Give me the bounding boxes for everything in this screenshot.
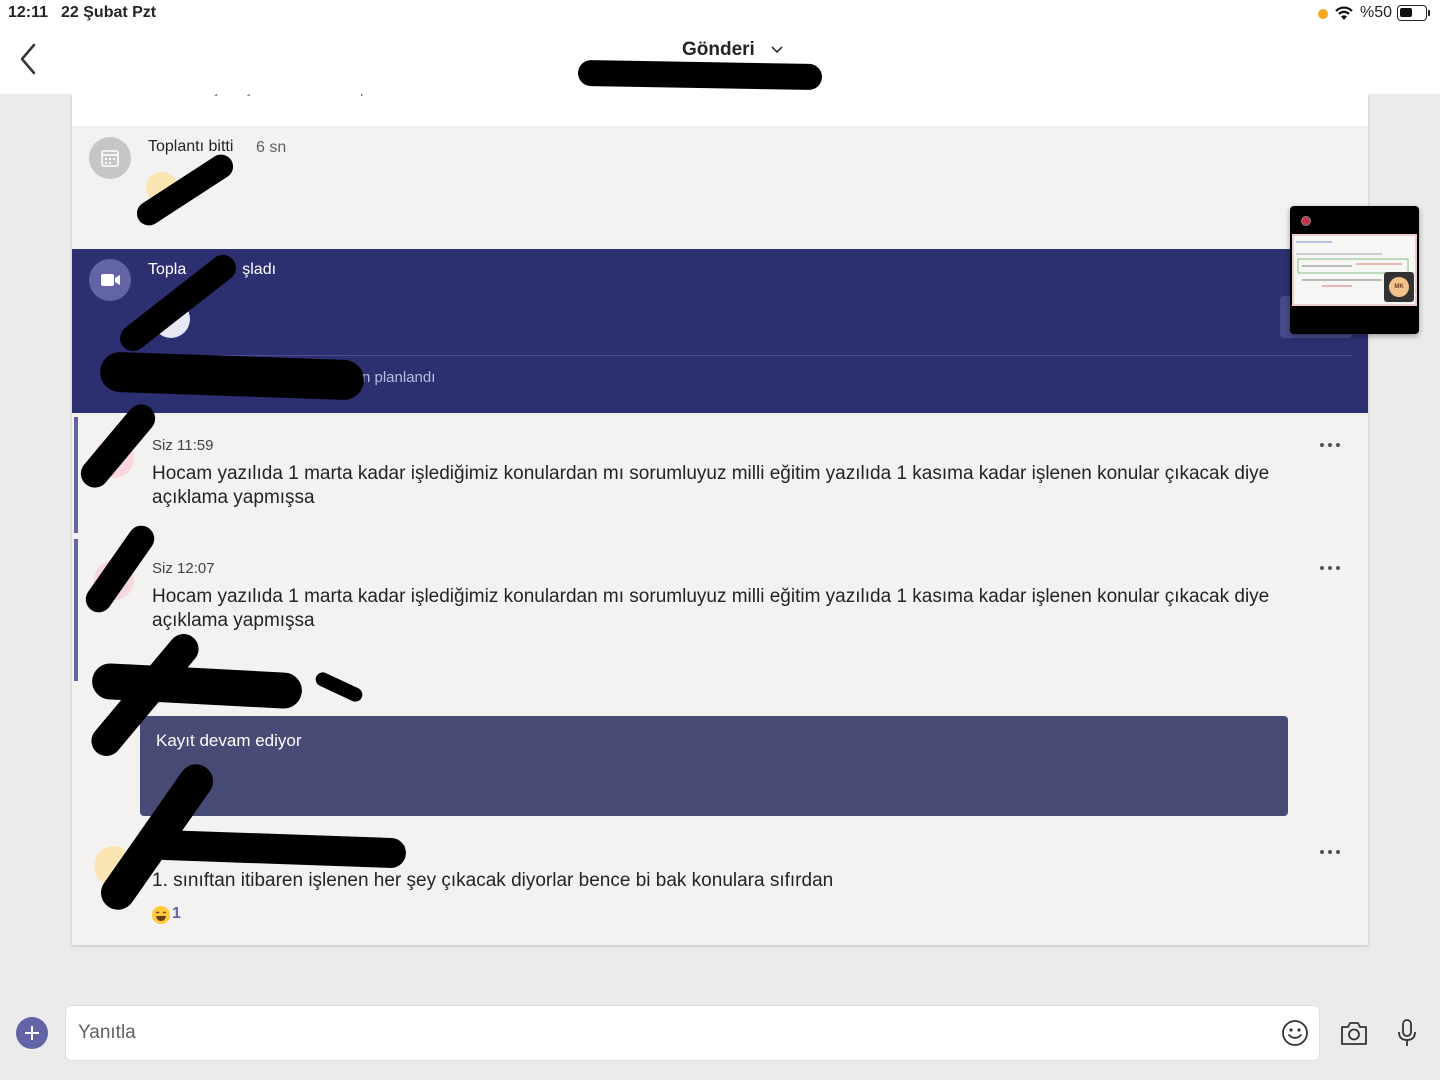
meeting-started-title-end: şladı	[242, 261, 277, 278]
battery-percent: %50	[1360, 4, 1393, 21]
meeting-duration: 6 sn	[256, 139, 287, 156]
reaction-count[interactable]: 1	[172, 905, 181, 923]
status-date: 22 Şubat Pzt	[61, 4, 157, 21]
meeting-scheduled-text: n planlandı	[362, 369, 436, 386]
calendar-icon	[89, 137, 131, 179]
message-body: 1. sınıftan itibaren işlenen her şey çık…	[152, 870, 834, 891]
meeting-started-title-start: Topla	[148, 261, 187, 278]
reply-input[interactable]	[65, 1005, 1320, 1061]
camera-icon[interactable]	[1339, 1019, 1369, 1047]
page-title[interactable]: Gönderi	[682, 39, 755, 61]
recording-status: Kayıt devam ediyor	[156, 731, 302, 750]
recording-card[interactable]	[140, 716, 1288, 816]
message-meta: Siz 12:07	[152, 560, 215, 577]
video-camera-icon	[89, 259, 131, 301]
redaction-mark	[577, 59, 823, 91]
card-top-strip	[72, 94, 1368, 126]
laugh-emoji-icon[interactable]	[152, 906, 170, 924]
add-button[interactable]	[16, 1017, 48, 1049]
avatar: MK	[1389, 277, 1409, 297]
orange-dot-icon	[1318, 9, 1328, 19]
back-button[interactable]	[14, 41, 42, 77]
banner-divider	[148, 355, 1352, 356]
more-options-button[interactable]	[1320, 438, 1348, 452]
post-card	[72, 94, 1368, 945]
message-body: Hocam yazılıda 1 marta kadar işlediğimiz…	[152, 586, 1270, 631]
more-options-button[interactable]	[1320, 845, 1348, 859]
recording-dot-icon	[1301, 216, 1311, 226]
chevron-down-icon[interactable]	[770, 44, 784, 54]
status-time: 12:11	[8, 4, 49, 21]
own-message-bar	[74, 417, 78, 533]
emoji-icon[interactable]	[1281, 1019, 1309, 1047]
wifi-icon	[1335, 6, 1353, 20]
message-meta: Siz 11:59	[152, 437, 214, 454]
battery-icon	[1397, 5, 1427, 21]
more-options-button[interactable]	[1320, 561, 1348, 575]
message-body: Hocam yazılıda 1 marta kadar işlediğimiz…	[152, 463, 1270, 508]
own-message-bar	[74, 539, 78, 681]
battery-tip	[1428, 10, 1430, 16]
microphone-icon[interactable]	[1396, 1018, 1418, 1048]
status-bar	[0, 0, 1440, 28]
